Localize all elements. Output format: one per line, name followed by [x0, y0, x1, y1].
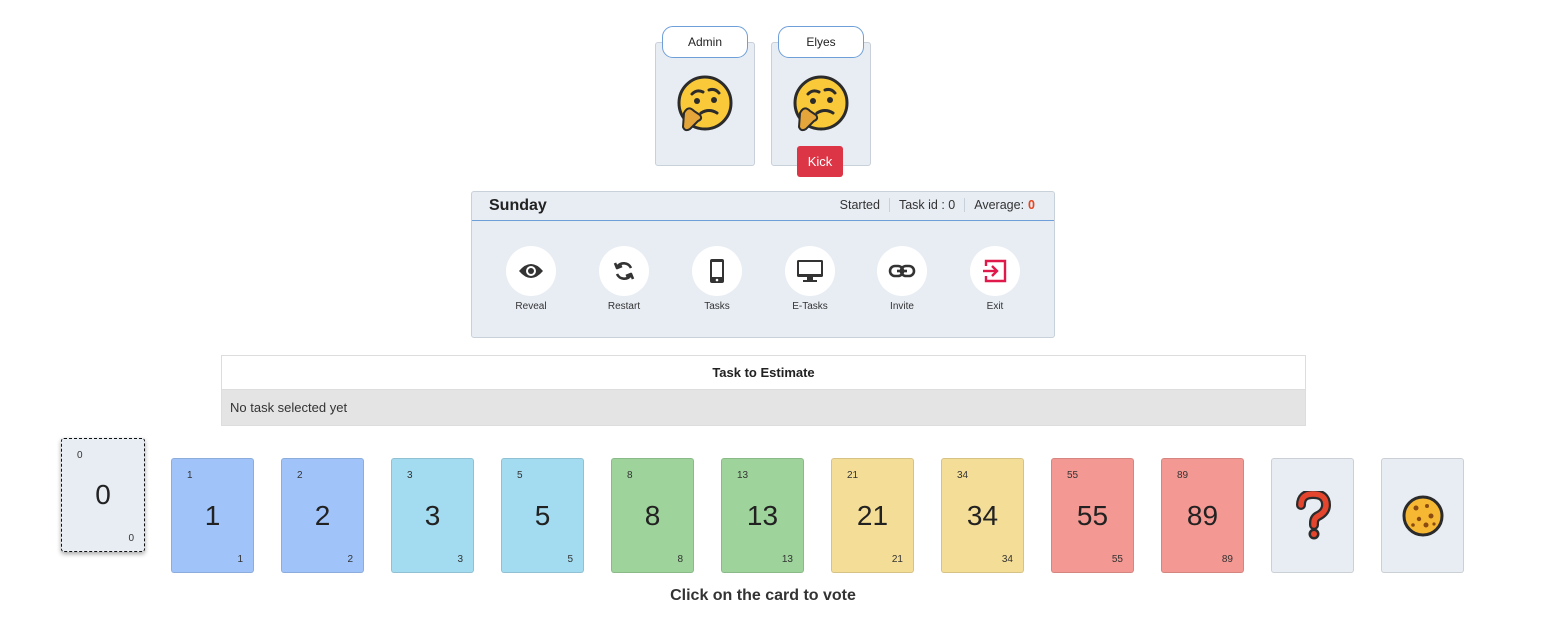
invite-action[interactable]: Invite: [867, 246, 937, 312]
room-title: Sunday: [489, 197, 547, 214]
cookie-icon: [1382, 459, 1463, 572]
vote-card-89[interactable]: 89 89 89: [1161, 458, 1244, 573]
player-name: Elyes: [778, 26, 864, 58]
mobile-phone-icon[interactable]: [692, 246, 742, 296]
vote-card-21[interactable]: 21 21 21: [831, 458, 914, 573]
card-value-bottom: 34: [1001, 554, 1013, 565]
vote-card-34[interactable]: 34 34 34: [941, 458, 1024, 573]
restart-label: Restart: [607, 301, 641, 312]
average-value: 0: [1028, 198, 1035, 212]
vote-card-13[interactable]: 13 13 13: [721, 458, 804, 573]
task-table: Task to Estimate No task selected yet: [221, 355, 1306, 426]
average-label: Average:: [974, 198, 1025, 212]
card-value-bottom: 1: [237, 554, 243, 565]
reveal-action[interactable]: Reveal: [496, 246, 566, 312]
eye-icon[interactable]: [506, 246, 556, 296]
question-mark-icon: [1272, 459, 1353, 572]
vote-card-0[interactable]: 0 0 0: [61, 438, 145, 552]
link-icon[interactable]: [877, 246, 927, 296]
task-id: Task id : 0: [888, 198, 964, 212]
exit-label: Exit: [986, 301, 1004, 312]
player-card-elyes: Elyes Kick: [771, 26, 871, 177]
card-value-bottom: 5: [567, 554, 573, 565]
thinking-face-icon: [676, 75, 734, 133]
vote-card-5[interactable]: 5 5 5: [501, 458, 584, 573]
room-header: Sunday Started Task id : 0 Average: 0: [472, 192, 1054, 221]
room-status: Started: [839, 198, 880, 212]
vote-card-8[interactable]: 8 8 8: [611, 458, 694, 573]
room-panel: Sunday Started Task id : 0 Average: 0 Rev…: [471, 191, 1055, 338]
card-value-bottom: 3: [457, 554, 463, 565]
average: Average: 0: [964, 198, 1044, 212]
vote-hint: Click on the card to vote: [670, 587, 856, 604]
kick-button[interactable]: Kick: [797, 146, 843, 177]
refresh-icon[interactable]: [599, 246, 649, 296]
vote-card-1[interactable]: 1 1 1: [171, 458, 254, 573]
tasks-action[interactable]: Tasks: [682, 246, 752, 312]
player-card-admin: Admin: [655, 26, 755, 166]
card-value-bottom: 55: [1111, 554, 1123, 565]
player-name: Admin: [662, 26, 748, 58]
vote-card-2[interactable]: 2 2 2: [281, 458, 364, 573]
card-value-bottom: 13: [781, 554, 793, 565]
vote-card-3[interactable]: 3 3 3: [391, 458, 474, 573]
restart-action[interactable]: Restart: [589, 246, 659, 312]
vote-card-coffee[interactable]: [1381, 458, 1464, 573]
monitor-icon[interactable]: [785, 246, 835, 296]
task-table-empty-row: No task selected yet: [222, 390, 1305, 425]
card-value-bottom: 8: [677, 554, 683, 565]
exit-action[interactable]: Exit: [960, 246, 1030, 312]
reveal-label: Reveal: [515, 301, 547, 312]
thinking-face-icon: [792, 75, 850, 133]
task-table-header: Task to Estimate: [222, 356, 1305, 390]
e-tasks-action[interactable]: E-Tasks: [775, 246, 845, 312]
card-value-bottom: 2: [347, 554, 353, 565]
vote-card-55[interactable]: 55 55 55: [1051, 458, 1134, 573]
card-value-bottom: 89: [1221, 554, 1233, 565]
vote-card-unknown[interactable]: [1271, 458, 1354, 573]
exit-icon[interactable]: [970, 246, 1020, 296]
card-value-bottom: 0: [128, 533, 134, 544]
invite-label: Invite: [890, 301, 914, 312]
room-meta: Started Task id : 0 Average: 0: [831, 198, 1044, 212]
card-value-bottom: 21: [891, 554, 903, 565]
tasks-label: Tasks: [704, 301, 730, 312]
e-tasks-label: E-Tasks: [792, 301, 828, 312]
